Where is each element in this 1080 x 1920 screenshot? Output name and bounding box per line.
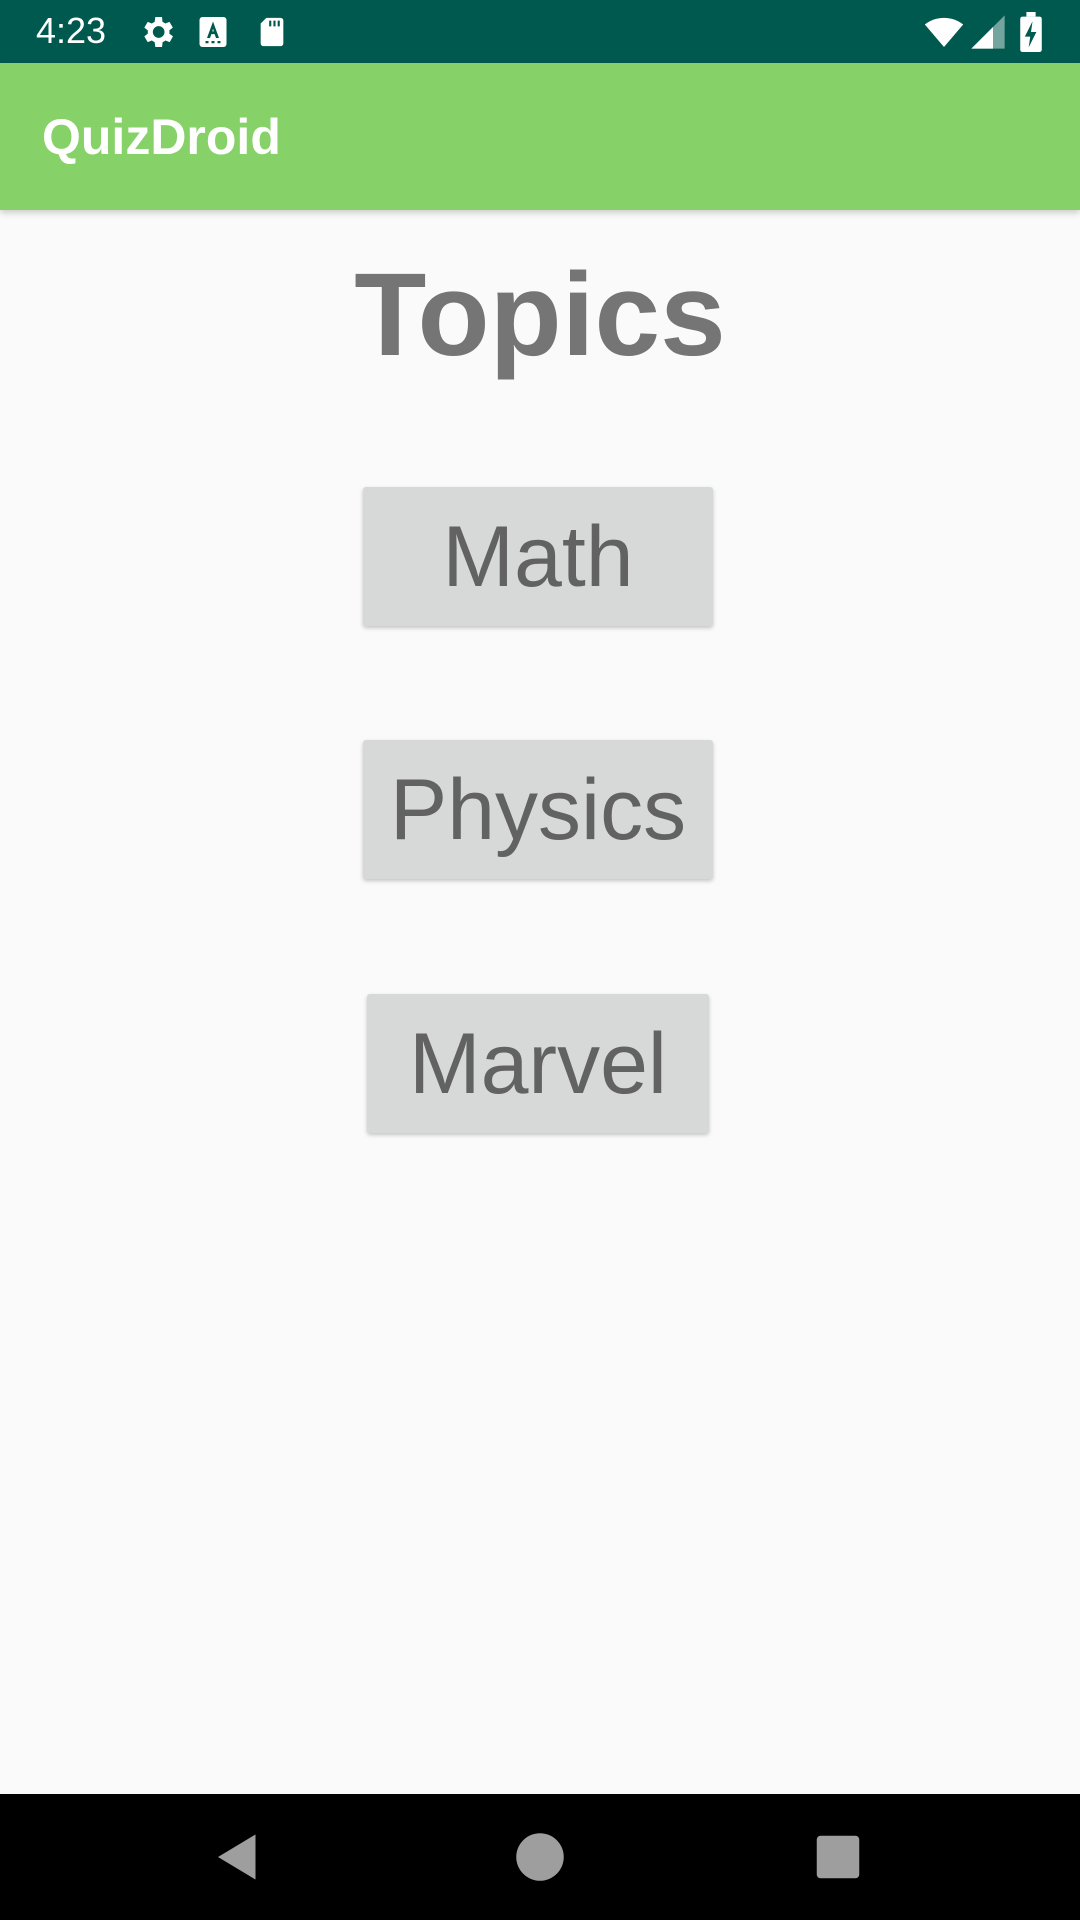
signal-icon — [968, 12, 1008, 52]
battery-charging-icon — [1016, 12, 1046, 52]
app-bar: QuizDroid — [0, 63, 1080, 210]
home-icon[interactable] — [510, 1827, 570, 1887]
page-title: Topics — [354, 249, 726, 381]
text-a-icon — [195, 12, 231, 52]
screen: 4:23 QuizDroid Topics Math Physics Marve… — [0, 0, 1080, 1920]
topic-button-marvel[interactable]: Marvel — [367, 994, 709, 1133]
topic-button-physics[interactable]: Physics — [363, 740, 713, 879]
status-time: 4:23 — [36, 10, 107, 51]
topic-button-math[interactable]: Math — [363, 487, 713, 626]
navigation-bar — [0, 1794, 1080, 1920]
recents-icon[interactable] — [808, 1827, 868, 1887]
app-title: QuizDroid — [42, 109, 281, 165]
sd-card-icon — [255, 12, 289, 52]
back-icon[interactable] — [208, 1827, 268, 1887]
wifi-icon — [920, 12, 968, 52]
status-bar: 4:23 — [0, 0, 1080, 63]
gear-icon — [137, 12, 177, 52]
